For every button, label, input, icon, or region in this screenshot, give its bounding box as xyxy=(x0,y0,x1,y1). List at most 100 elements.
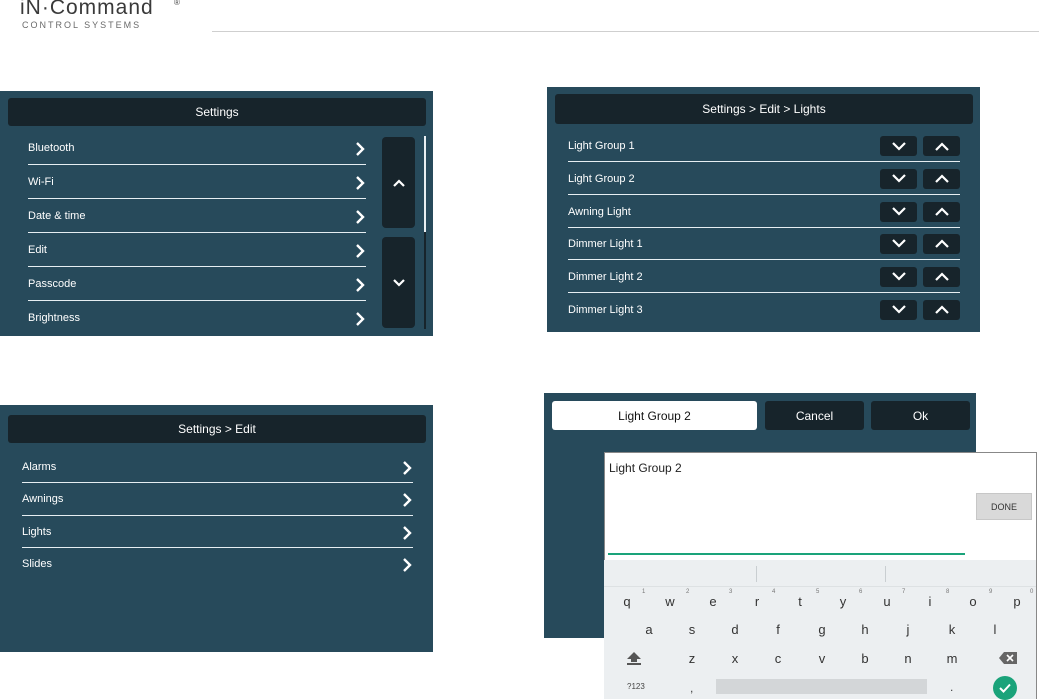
key-o[interactable]: o xyxy=(963,594,983,609)
edit-item-awnings[interactable]: Awnings xyxy=(22,483,413,516)
settings-item-label: Bluetooth xyxy=(28,142,75,154)
chevron-down-icon xyxy=(891,272,906,281)
lights-title-text: Settings > Edit > Lights xyxy=(702,102,826,116)
chevron-down-icon xyxy=(891,141,906,151)
chevron-down-icon xyxy=(891,207,906,216)
key-h[interactable]: h xyxy=(855,622,875,637)
key-a[interactable]: a xyxy=(639,622,659,637)
done-button[interactable]: DONE xyxy=(976,493,1032,520)
key-n[interactable]: n xyxy=(898,651,918,666)
key-l[interactable]: l xyxy=(985,622,1005,637)
move-up-button[interactable] xyxy=(923,136,960,156)
settings-item-date-time[interactable]: Date & time xyxy=(28,199,366,233)
settings-item-bluetooth[interactable]: Bluetooth xyxy=(28,132,366,165)
key-p[interactable]: p xyxy=(1007,594,1027,609)
edit-item-lights[interactable]: Lights xyxy=(22,516,413,548)
settings-item-passcode[interactable]: Passcode xyxy=(28,267,366,301)
cancel-button[interactable]: Cancel xyxy=(765,401,864,430)
key-s[interactable]: s xyxy=(682,622,702,637)
ok-button-label: Ok xyxy=(912,408,929,423)
settings-item-edit[interactable]: Edit xyxy=(28,233,366,267)
settings-item-wifi[interactable]: Wi-Fi xyxy=(28,165,366,199)
chevron-right-icon xyxy=(401,558,413,572)
key-u[interactable]: u xyxy=(877,594,897,609)
move-up-button[interactable] xyxy=(923,299,960,320)
key-hint: 2 xyxy=(686,589,690,595)
move-down-button[interactable] xyxy=(880,233,917,254)
shift-key[interactable] xyxy=(623,650,645,666)
key-i[interactable]: i xyxy=(920,594,940,609)
key-t[interactable]: t xyxy=(790,594,810,609)
name-field[interactable]: Light Group 2 xyxy=(552,401,757,430)
move-down-button[interactable] xyxy=(880,266,917,287)
lights-item-label: Awning Light xyxy=(568,205,631,218)
key-c[interactable]: c xyxy=(768,651,788,666)
key-hint: 4 xyxy=(772,589,776,595)
lights-item-label: Dimmer Light 1 xyxy=(568,237,643,250)
comma-key[interactable]: , xyxy=(690,681,693,695)
symbols-key[interactable]: ?123 xyxy=(627,682,645,691)
key-z[interactable]: z xyxy=(682,651,702,666)
settings-item-brightness[interactable]: Brightness xyxy=(28,301,366,334)
scroll-down-button[interactable] xyxy=(382,237,415,328)
key-g[interactable]: g xyxy=(812,622,832,637)
scrollbar[interactable] xyxy=(424,136,426,232)
edit-title-text: Settings > Edit xyxy=(178,422,256,436)
settings-panel: Settings Bluetooth Wi-Fi Date & time Edi… xyxy=(0,91,433,336)
key-d[interactable]: d xyxy=(725,622,745,637)
lights-item-label: Dimmer Light 3 xyxy=(568,303,643,316)
edit-item-alarms[interactable]: Alarms xyxy=(22,451,413,483)
chevron-right-icon xyxy=(401,493,413,507)
key-y[interactable]: y xyxy=(833,594,853,609)
chevron-right-icon xyxy=(401,525,413,540)
move-up-button[interactable] xyxy=(923,168,960,189)
chevron-down-icon xyxy=(891,174,906,183)
chevron-up-icon xyxy=(934,305,949,314)
key-v[interactable]: v xyxy=(812,651,832,666)
key-j[interactable]: j xyxy=(898,622,918,637)
lights-item-label: Dimmer Light 2 xyxy=(568,270,643,283)
move-up-button[interactable] xyxy=(923,266,960,287)
settings-item-label: Date & time xyxy=(28,209,86,222)
settings-title: Settings xyxy=(8,98,426,126)
chevron-right-icon xyxy=(354,277,366,292)
lights-item-awning-light: Awning Light xyxy=(568,196,960,228)
chevron-down-icon xyxy=(891,305,906,314)
key-w[interactable]: w xyxy=(660,594,680,609)
edit-item-label: Slides xyxy=(22,558,52,570)
chevron-right-icon xyxy=(401,460,413,475)
ok-button[interactable]: Ok xyxy=(871,401,970,430)
input-underline xyxy=(608,553,965,555)
chevron-down-icon xyxy=(891,239,906,248)
key-hint: 3 xyxy=(729,589,733,595)
key-f[interactable]: f xyxy=(768,622,788,637)
move-down-button[interactable] xyxy=(880,168,917,189)
backspace-icon xyxy=(999,652,1017,664)
key-m[interactable]: m xyxy=(942,651,962,666)
edit-item-slides[interactable]: Slides xyxy=(22,548,413,580)
backspace-key[interactable] xyxy=(998,651,1020,665)
period-key[interactable]: . xyxy=(950,680,953,694)
key-b[interactable]: b xyxy=(855,651,875,666)
spacebar[interactable] xyxy=(716,679,927,694)
text-input-value: Light Group 2 xyxy=(609,461,682,475)
scroll-up-button[interactable] xyxy=(382,137,415,228)
move-up-button[interactable] xyxy=(923,233,960,254)
move-up-button[interactable] xyxy=(923,201,960,222)
key-k[interactable]: k xyxy=(942,622,962,637)
enter-key[interactable] xyxy=(993,676,1017,700)
key-x[interactable]: x xyxy=(725,651,745,666)
key-r[interactable]: r xyxy=(747,594,767,609)
move-down-button[interactable] xyxy=(880,299,917,320)
lights-item-dimmer-light-2: Dimmer Light 2 xyxy=(568,261,960,293)
chevron-up-icon xyxy=(392,174,405,192)
checkmark-icon xyxy=(999,683,1011,693)
move-down-button[interactable] xyxy=(880,201,917,222)
key-e[interactable]: e xyxy=(703,594,723,609)
key-hint: 0 xyxy=(1030,589,1034,595)
move-down-button[interactable] xyxy=(880,136,917,156)
brand-reg: ® xyxy=(174,0,180,7)
key-q[interactable]: q xyxy=(617,594,637,609)
text-input[interactable]: Light Group 2 xyxy=(609,461,964,481)
lights-item-dimmer-light-1: Dimmer Light 1 xyxy=(568,228,960,260)
